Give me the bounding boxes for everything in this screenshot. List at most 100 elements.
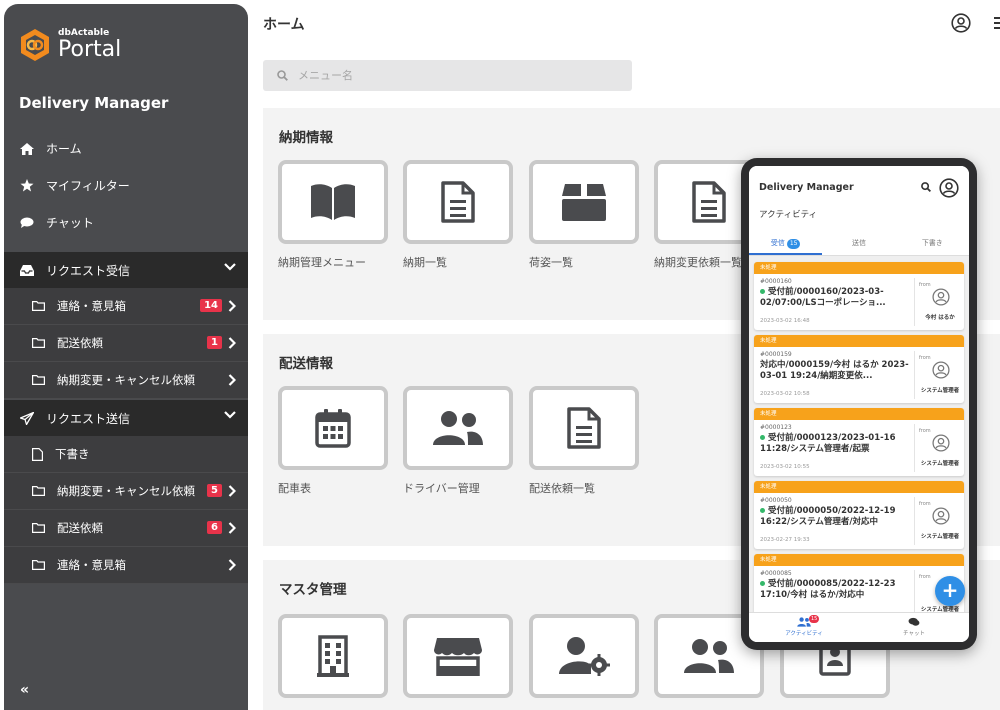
tile-label: 荷姿一覧 xyxy=(529,256,573,269)
search-icon xyxy=(277,70,288,81)
chevron-right-icon xyxy=(228,485,236,497)
tab-sent[interactable]: 送信 xyxy=(822,232,895,255)
card-id: #0000159 xyxy=(760,351,792,358)
from-label: from xyxy=(919,501,931,507)
status-dot-icon xyxy=(760,508,765,513)
collapse-sidebar-button[interactable]: « xyxy=(20,682,29,698)
chevron-right-icon xyxy=(228,337,236,349)
sidebar-subitem-draft[interactable]: 下書き xyxy=(4,436,248,473)
card-title: 対応中/0000159/今村 はるか 2023-03-01 19:24/納期変更… xyxy=(760,360,910,382)
users-icon xyxy=(684,639,734,673)
card-title-text: 対応中/0000159/今村 はるか 2023-03-01 19:24/納期変更… xyxy=(760,360,909,381)
user-account-icon[interactable] xyxy=(951,13,971,33)
from-label: from xyxy=(919,428,931,434)
chevron-down-icon xyxy=(224,411,236,419)
card-id: #0000160 xyxy=(760,278,792,285)
sidebar-subitem-label: 下書き xyxy=(55,447,90,461)
activity-card[interactable]: 未処理 #0000159 対応中/0000159/今村 はるか 2023-03-… xyxy=(754,335,964,403)
search-input[interactable] xyxy=(298,69,598,82)
sidebar-subitem-sent-contact-box[interactable]: 連絡・意見箱 xyxy=(4,547,248,584)
user-gear-icon xyxy=(559,637,610,676)
section-title: 配送情報 xyxy=(279,356,333,372)
tile-delivery-menu[interactable]: 納期管理メニュー xyxy=(278,160,388,270)
add-button[interactable]: + xyxy=(935,576,965,606)
folder-icon xyxy=(32,523,45,533)
sidebar-subitem-sent-schedule-change[interactable]: 納期変更・キャンセル依頼 5 xyxy=(4,473,248,510)
logo-hex-icon xyxy=(21,29,49,61)
menu-search[interactable] xyxy=(263,60,632,91)
sidebar-subitem-contact-box[interactable]: 連絡・意見箱 14 xyxy=(4,288,248,325)
mobile-screen: Delivery Manager アクティビティ 受信 15 送信 下書き 未処理… xyxy=(749,166,969,642)
tile-box[interactable] xyxy=(278,160,388,244)
logo[interactable]: dbActable Portal xyxy=(20,28,121,62)
tile-delivery-request-list[interactable]: 配送依頼一覧 xyxy=(529,386,639,496)
tab-draft[interactable]: 下書き xyxy=(896,232,969,255)
tile-box[interactable] xyxy=(403,614,513,698)
activity-card[interactable]: 未処理 #0000160 受付前/0000160/2023-03-02/07:0… xyxy=(754,262,964,330)
book-icon xyxy=(311,184,355,220)
activity-card[interactable]: 未処理 #0000123 受付前/0000123/2023-01-16 11:2… xyxy=(754,408,964,476)
tab-label: 送信 xyxy=(851,239,866,247)
status-tag: 未処理 xyxy=(754,481,964,493)
chat-icon xyxy=(20,217,34,228)
card-title-text: 受付前/0000160/2023-03-02/07:00/LSコーポレーショ..… xyxy=(760,287,886,308)
activity-card[interactable]: 未処理 #0000050 受付前/0000050/2022-12-19 16:2… xyxy=(754,481,964,549)
card-date: 2023-02-27 19:33 xyxy=(760,537,810,543)
tab-label: 下書き xyxy=(921,239,943,247)
tile-delivery-list[interactable]: 納期一覧 xyxy=(403,160,513,270)
card-date: 2023-03-02 10:58 xyxy=(760,391,810,397)
sidebar-item-chat[interactable]: チャット xyxy=(4,204,248,241)
tab-received[interactable]: 受信 15 xyxy=(749,232,823,255)
sidebar-subitem-label: 納期変更・キャンセル依頼 xyxy=(57,484,195,498)
status-dot-icon xyxy=(760,435,765,440)
request-sent-group: リクエスト送信 下書き 納期変更・キャンセル依頼 5 配送依頼 6 連絡・意見箱 xyxy=(4,400,248,584)
request-received-header[interactable]: リクエスト受信 xyxy=(4,252,248,288)
bottom-nav-activity[interactable]: 15 アクティビティ xyxy=(749,613,859,642)
chevron-right-icon xyxy=(228,300,236,312)
sidebar-subitem-delivery-request[interactable]: 配送依頼 1 xyxy=(4,325,248,362)
avatar-icon xyxy=(932,288,950,306)
tile-box[interactable] xyxy=(403,160,513,244)
folder-icon xyxy=(32,338,45,348)
avatar-icon xyxy=(932,361,950,379)
bottom-nav-chat[interactable]: チャット xyxy=(859,613,969,642)
star-icon xyxy=(20,179,34,192)
logo-text-big: Portal xyxy=(58,37,122,62)
tile-packing-list[interactable]: 荷姿一覧 xyxy=(529,160,639,270)
tile-master-user-settings[interactable] xyxy=(529,614,639,698)
tile-box[interactable] xyxy=(278,386,388,470)
avatar-icon xyxy=(932,507,950,525)
tile-master-company[interactable] xyxy=(278,614,388,698)
tile-dispatch-table[interactable]: 配車表 xyxy=(278,386,388,496)
status-tag: 未処理 xyxy=(754,408,964,420)
box-icon xyxy=(562,184,606,221)
tile-master-store[interactable] xyxy=(403,614,513,698)
chevron-down-icon xyxy=(224,263,236,271)
tile-box[interactable] xyxy=(529,614,639,698)
sidebar-subitem-sent-delivery-request[interactable]: 配送依頼 6 xyxy=(4,510,248,547)
building-icon xyxy=(317,635,349,677)
folder-icon xyxy=(32,375,45,385)
sidebar-subitem-schedule-change[interactable]: 納期変更・キャンセル依頼 xyxy=(4,362,248,399)
tile-driver-management[interactable]: ドライバー管理 xyxy=(403,386,513,496)
card-from: from システム管理者 xyxy=(914,424,964,472)
tile-box[interactable] xyxy=(529,160,639,244)
app-title: Delivery Manager xyxy=(19,94,169,112)
request-sent-header[interactable]: リクエスト送信 xyxy=(4,400,248,436)
tile-box[interactable] xyxy=(529,386,639,470)
sidebar-item-home[interactable]: ホーム xyxy=(4,130,248,167)
sidebar-item-my-filter[interactable]: マイフィルター xyxy=(4,167,248,204)
status-dot-icon xyxy=(760,581,765,586)
mobile-bottom-nav: 15 アクティビティ チャット xyxy=(749,612,969,642)
home-icon xyxy=(20,142,34,155)
menu-icon[interactable] xyxy=(994,16,1000,30)
tile-box[interactable] xyxy=(278,614,388,698)
inbox-icon xyxy=(20,264,34,276)
search-icon[interactable] xyxy=(921,182,931,192)
document-icon xyxy=(567,407,601,449)
from-name: システム管理者 xyxy=(920,534,960,540)
tile-box[interactable] xyxy=(403,386,513,470)
tile-label: 配車表 xyxy=(278,482,311,495)
user-account-icon[interactable] xyxy=(939,178,959,198)
status-tag: 未処理 xyxy=(754,335,964,347)
